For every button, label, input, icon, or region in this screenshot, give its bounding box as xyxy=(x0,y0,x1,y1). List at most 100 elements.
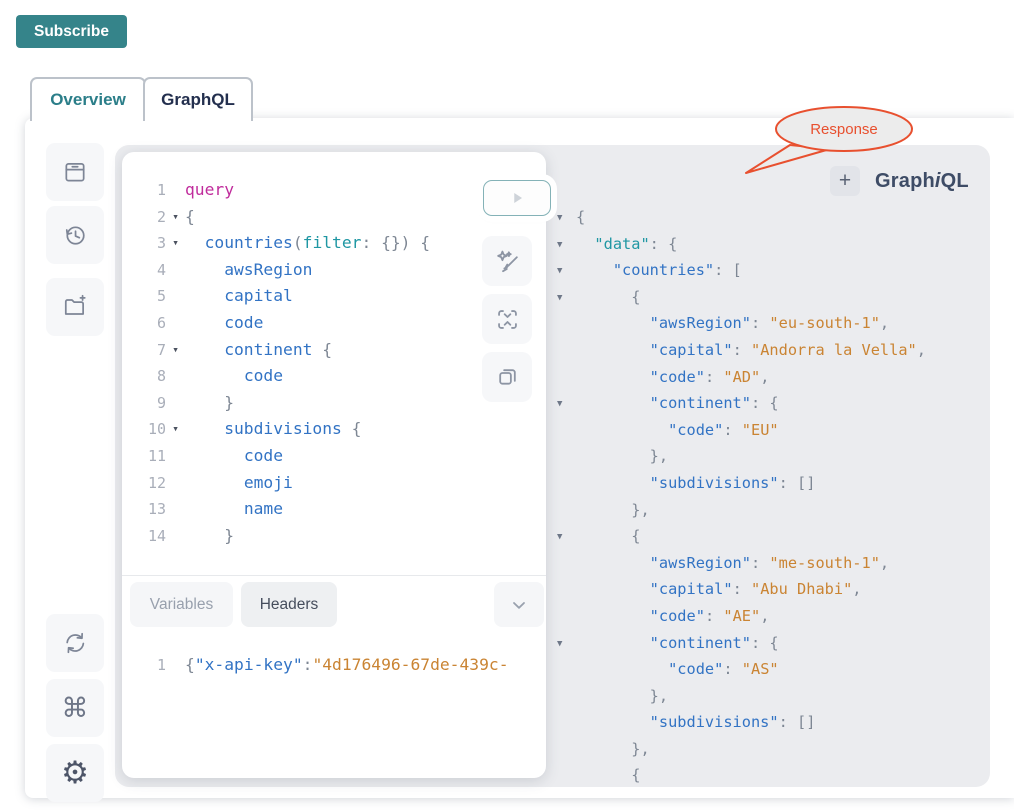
code-text: { xyxy=(576,762,640,789)
fold-spacer xyxy=(166,257,185,284)
code-text: "continent": { xyxy=(576,630,779,657)
line-number: 7 xyxy=(122,337,166,364)
code-token: "me-south-1" xyxy=(769,554,880,572)
fold-arrow-icon[interactable]: ▼ xyxy=(557,285,576,312)
code-token: "eu-south-1" xyxy=(769,314,880,332)
fold-arrow-icon[interactable]: ▼ xyxy=(557,631,576,658)
code-line: { xyxy=(557,762,990,789)
code-token: "countries" xyxy=(613,261,714,279)
fold-arrow-icon[interactable]: ▼ xyxy=(557,524,576,551)
code-token: : { xyxy=(650,235,678,253)
fold-arrow-icon[interactable]: ▾ xyxy=(166,204,185,231)
code-text: emoji xyxy=(185,470,293,497)
docs-icon[interactable] xyxy=(46,143,104,201)
code-text: "subdivisions": [] xyxy=(576,470,815,497)
line-number: 3 xyxy=(122,230,166,257)
code-line: ▼"countries": [ xyxy=(557,257,990,284)
response-callout-label: Response xyxy=(810,121,878,138)
keyboard-shortcuts-icon[interactable]: ⌘ xyxy=(46,679,104,737)
code-line: 1{"x-api-key":"4d176496-67de-439c- xyxy=(122,650,546,680)
fold-spacer xyxy=(557,763,576,790)
code-token: "subdivisions" xyxy=(650,713,779,731)
code-text: { xyxy=(576,284,640,311)
code-token: , xyxy=(880,314,889,332)
code-line: "code": "EU" xyxy=(557,417,990,444)
code-line: 13name xyxy=(122,496,546,523)
code-line: ▼{ xyxy=(557,284,990,311)
fold-arrow-icon[interactable]: ▾ xyxy=(166,337,185,364)
code-text: awsRegion xyxy=(185,257,312,284)
fold-spacer xyxy=(166,283,185,310)
history-icon[interactable] xyxy=(46,206,104,264)
code-token: }, xyxy=(631,740,649,758)
code-text: { xyxy=(185,204,195,231)
code-token: : xyxy=(705,368,723,386)
tab-overview[interactable]: Overview xyxy=(30,77,146,121)
fold-arrow-icon[interactable]: ▼ xyxy=(557,391,576,418)
subscribe-button[interactable]: Subscribe xyxy=(16,15,127,48)
code-token: "AE" xyxy=(723,607,760,625)
execute-query-button[interactable] xyxy=(483,180,551,216)
code-token: "4d176496-67de-439c- xyxy=(312,655,508,674)
fold-arrow-icon[interactable]: ▼ xyxy=(557,232,576,259)
play-icon xyxy=(506,187,528,209)
code-line: 14} xyxy=(122,523,546,550)
code-line: "capital": "Andorra la Vella", xyxy=(557,337,990,364)
code-token: { xyxy=(185,655,195,674)
tab-graphql[interactable]: GraphQL xyxy=(143,77,253,121)
code-token: "awsRegion" xyxy=(650,314,751,332)
code-line: "subdivisions": [] xyxy=(557,470,990,497)
fold-arrow-icon[interactable]: ▼ xyxy=(557,205,576,232)
refetch-schema-icon[interactable] xyxy=(46,614,104,672)
fold-spacer xyxy=(557,365,576,392)
code-text: "awsRegion": "me-south-1", xyxy=(576,550,889,577)
code-token: "awsRegion" xyxy=(650,554,751,572)
code-token: , xyxy=(917,341,926,359)
code-token: : xyxy=(705,607,723,625)
fold-arrow-icon[interactable]: ▾ xyxy=(166,230,185,257)
fold-spacer xyxy=(557,471,576,498)
code-token: code xyxy=(244,366,283,385)
code-token: ( xyxy=(293,233,303,252)
code-line: "subdivisions": [] xyxy=(557,709,990,736)
code-text: }, xyxy=(576,443,668,470)
code-token: , xyxy=(760,368,769,386)
code-text: }, xyxy=(576,736,650,763)
tab-headers[interactable]: Headers xyxy=(241,582,337,627)
code-text: "capital": "Abu Dhabi", xyxy=(576,576,862,603)
collapse-editor-tools-button[interactable] xyxy=(494,582,544,627)
code-token: subdivisions xyxy=(224,419,342,438)
query-editor[interactable]: 1query2▾{3▾countries(filter: {}) {4awsRe… xyxy=(122,152,546,549)
fold-arrow-icon[interactable]: ▾ xyxy=(166,416,185,443)
chevron-down-icon xyxy=(507,593,531,617)
code-text: "code": "AD", xyxy=(576,364,769,391)
code-token: capital xyxy=(224,286,293,305)
code-line: ▼"continent": { xyxy=(557,630,990,657)
merge-fragments-button[interactable] xyxy=(482,294,532,344)
code-line: ▼{ xyxy=(557,523,990,550)
settings-icon[interactable]: ⚙ xyxy=(46,744,104,802)
copy-query-button[interactable] xyxy=(482,352,532,402)
line-number: 14 xyxy=(122,523,166,550)
code-line: "code": "AS" xyxy=(557,656,990,683)
code-text: capital xyxy=(185,283,293,310)
headers-editor[interactable]: 1{"x-api-key":"4d176496-67de-439c- xyxy=(122,650,546,680)
code-token: "Abu Dhabi" xyxy=(751,580,852,598)
prettify-button[interactable] xyxy=(482,236,532,286)
fold-spacer xyxy=(166,390,185,417)
code-token: "continent" xyxy=(650,634,751,652)
code-text: "code": "AS" xyxy=(576,656,779,683)
line-number: 11 xyxy=(122,443,166,470)
code-text: continent { xyxy=(185,337,332,364)
fold-spacer xyxy=(166,523,185,550)
line-number: 10 xyxy=(122,416,166,443)
code-token: "code" xyxy=(650,368,705,386)
tab-variables[interactable]: Variables xyxy=(130,582,233,627)
code-line: }, xyxy=(557,443,990,470)
fold-arrow-icon[interactable]: ▼ xyxy=(557,258,576,285)
response-callout: Response xyxy=(718,103,948,195)
prettify-icon xyxy=(494,248,521,275)
open-collection-icon[interactable] xyxy=(46,278,104,336)
code-text: name xyxy=(185,496,283,523)
line-number: 1 xyxy=(122,177,166,204)
